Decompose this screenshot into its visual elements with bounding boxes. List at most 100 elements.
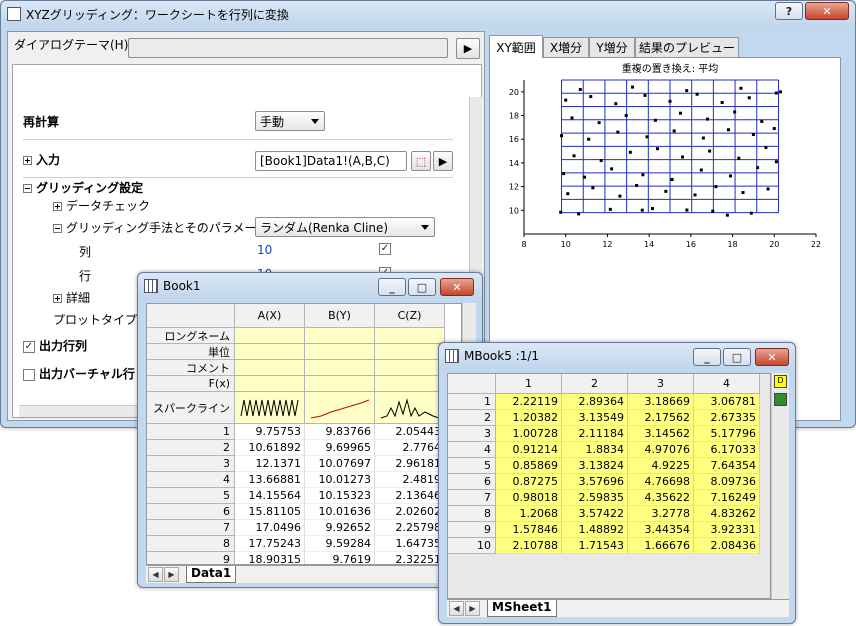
help-button[interactable]: ? [775,2,803,20]
table-cell[interactable]: 10.01636 [305,504,375,520]
table-cell[interactable]: 2.02602 [375,504,445,520]
row-header[interactable]: 7 [448,490,496,506]
matrix-cell[interactable]: 0.91214 [496,442,562,458]
column-header[interactable]: C(Z) [375,304,445,328]
table-cell[interactable]: 2.4819 [375,472,445,488]
mbook-maximize-button[interactable]: □ [723,348,751,366]
table-cell[interactable]: 9.92652 [305,520,375,536]
matrix-cell[interactable]: 2.22119 [496,394,562,410]
recalc-combo[interactable]: 手動 [255,111,325,131]
table-cell[interactable]: 9.69965 [305,440,375,456]
row-header[interactable]: 6 [448,474,496,490]
column-header[interactable]: B(Y) [305,304,375,328]
sheet-tab-data1[interactable]: Data1 [186,566,237,583]
output-virtual-option[interactable]: 出力バーチャル行 [23,365,135,382]
table-cell[interactable]: 2.96181 [375,456,445,472]
row-header[interactable]: 6 [147,504,235,520]
matrix-cell[interactable]: 2.89364 [562,394,628,410]
label-cell[interactable] [375,376,445,392]
column-header[interactable]: 2 [562,374,628,394]
matrix-cell[interactable]: 4.97076 [628,442,694,458]
label-cell[interactable] [235,328,305,344]
close-button[interactable]: ✕ [805,2,849,20]
matrix-cell[interactable]: 1.00728 [496,426,562,442]
table-cell[interactable]: 9.83766 [305,424,375,440]
label-cell[interactable] [305,344,375,360]
next-sheet-button[interactable]: ▶ [465,601,480,616]
row-header[interactable]: 8 [448,506,496,522]
mbook-vscroll[interactable]: D [771,373,789,599]
matrix-cell[interactable]: 3.06781 [694,394,760,410]
row-header[interactable]: 9 [147,552,235,564]
matrix-cell[interactable]: 4.76698 [628,474,694,490]
table-cell[interactable]: 9.59284 [305,536,375,552]
table-cell[interactable]: 18.90315 [235,552,305,564]
corner-cell[interactable] [147,304,235,328]
matrix-cell[interactable]: 8.09736 [694,474,760,490]
matrix-cell[interactable]: 4.83262 [694,506,760,522]
table-cell[interactable]: 2.25798 [375,520,445,536]
table-cell[interactable]: 9.7619 [305,552,375,564]
matrix-cell[interactable]: 2.17562 [628,410,694,426]
matrix-cell[interactable]: 3.14562 [628,426,694,442]
cols-checkbox[interactable]: ✓ [379,243,391,255]
mbook-close-button[interactable]: ✕ [755,348,789,366]
matrix-cell[interactable]: 3.2778 [628,506,694,522]
matrix-cell[interactable]: 2.59835 [562,490,628,506]
row-header[interactable]: 5 [448,458,496,474]
matrix-cell[interactable]: 1.20382 [496,410,562,426]
matrix-cell[interactable]: 3.57422 [562,506,628,522]
label-cell[interactable] [305,376,375,392]
row-header[interactable]: 8 [147,536,235,552]
matrix-cell[interactable]: 1.2068 [496,506,562,522]
row-header[interactable]: 10 [448,538,496,554]
matrix-cell[interactable]: 7.64354 [694,458,760,474]
table-cell[interactable]: 2.13646 [375,488,445,504]
matrix-cell[interactable]: 1.71543 [562,538,628,554]
sheet-tab-msheet1[interactable]: MSheet1 [487,600,557,617]
matrix-cell[interactable]: 0.85869 [496,458,562,474]
label-cell[interactable] [375,360,445,376]
method-node[interactable]: グリッディング手法とそのパラメータ [53,219,268,236]
matrix-cell[interactable]: 2.67335 [694,410,760,426]
matrix-cell[interactable]: 3.92331 [694,522,760,538]
datacheck-node[interactable]: データチェック [53,197,150,214]
matrix-cell[interactable]: 7.16249 [694,490,760,506]
table-cell[interactable]: 13.66881 [235,472,305,488]
input-field[interactable]: [Book1]Data1!(A,B,C) [255,151,407,171]
corner-cell[interactable] [448,374,496,394]
matrix-cell[interactable]: 2.10788 [496,538,562,554]
book1-close-button[interactable]: ✕ [440,278,474,296]
label-cell[interactable] [375,328,445,344]
tab-x-increment[interactable]: X増分 [543,37,589,57]
prev-sheet-button[interactable]: ◀ [148,567,163,582]
matrix-cell[interactable]: 1.48892 [562,522,628,538]
matrix-cell[interactable]: 2.08436 [694,538,760,554]
table-cell[interactable]: 14.15564 [235,488,305,504]
book1-maximize-button[interactable]: □ [408,278,436,296]
row-header[interactable]: 9 [448,522,496,538]
sparkline[interactable] [305,392,375,424]
table-cell[interactable]: 15.81105 [235,504,305,520]
matrix-cell[interactable]: 3.13549 [562,410,628,426]
details-node[interactable]: 詳細 [53,289,90,306]
output-matrix-option[interactable]: ✓ 出力行列 [23,337,87,354]
row-header[interactable]: 7 [147,520,235,536]
column-header[interactable]: 3 [628,374,694,394]
table-cell[interactable]: 10.15323 [305,488,375,504]
gridding-node[interactable]: グリッディング設定 [23,179,143,196]
row-header[interactable]: 1 [448,394,496,410]
table-cell[interactable]: 10.61892 [235,440,305,456]
table-cell[interactable]: 17.0496 [235,520,305,536]
matrix-cell[interactable]: 3.57696 [562,474,628,490]
table-cell[interactable]: 12.1371 [235,456,305,472]
row-header[interactable]: 1 [147,424,235,440]
label-cell[interactable] [235,360,305,376]
tab-y-increment[interactable]: Y増分 [589,37,635,57]
matrix-cell[interactable]: 3.13824 [562,458,628,474]
matrix-cell[interactable]: 3.18669 [628,394,694,410]
matrix-cell[interactable]: 4.9225 [628,458,694,474]
table-cell[interactable]: 2.05443 [375,424,445,440]
matrix-dim-icon[interactable]: D [774,375,787,388]
book1-minimize-button[interactable]: _ [378,278,406,296]
